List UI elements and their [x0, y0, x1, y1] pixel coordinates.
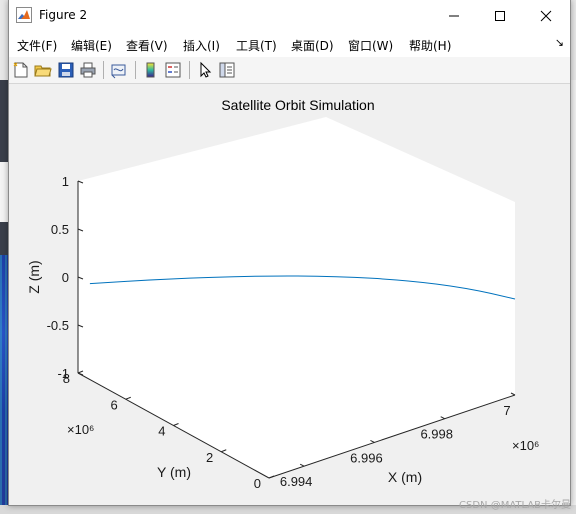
link-plot-icon[interactable] [110, 61, 128, 79]
menu-file[interactable]: 文件(F) [17, 37, 57, 54]
z-axis-label: Z (m) [26, 260, 42, 293]
menu-view[interactable]: 查看(V) [126, 37, 168, 54]
z-tick-label: -1 [57, 366, 69, 381]
colorbar-icon[interactable] [142, 61, 160, 79]
matlab-icon [16, 7, 32, 23]
menu-bar: 文件(F) 编辑(E) 查看(V) 插入(I) 工具(T) 桌面(D) 窗口(W… [9, 31, 570, 57]
minimize-button[interactable] [431, 0, 477, 31]
watermark: CSDN @MATLAB卡尔曼 [459, 500, 571, 511]
title-bar[interactable]: Figure 2 [9, 0, 570, 31]
pointer-icon[interactable] [196, 61, 214, 79]
axes-background [78, 117, 515, 478]
x-tick-label: 7 [503, 403, 510, 418]
maximize-button[interactable] [477, 0, 523, 31]
y-axis-label: Y (m) [157, 464, 191, 480]
toolbar-separator [103, 61, 104, 79]
figure-window: Figure 2 文件(F) 编辑(E) 查看(V) 插入(I) 工具(T) 桌… [8, 0, 571, 506]
close-icon [540, 10, 552, 21]
property-inspector-icon[interactable] [218, 61, 236, 79]
z-tick-label: 0.5 [51, 222, 69, 237]
toolbar-separator [135, 61, 136, 79]
chart-title: Satellite Orbit Simulation [221, 97, 374, 113]
y-exponent-label: ×10⁶ [67, 422, 94, 437]
y-tick-label: 2 [206, 450, 213, 465]
menu-insert[interactable]: 插入(I) [183, 37, 220, 54]
window-title: Figure 2 [39, 8, 88, 22]
z-tick-label: -0.5 [47, 318, 69, 333]
x-tick-label: 6.994 [280, 474, 313, 489]
minimize-icon [449, 15, 459, 16]
maximize-icon [495, 10, 505, 21]
z-tick-label: 0 [62, 270, 69, 285]
x-tick-label: 6.998 [420, 427, 453, 442]
x-axis-label: X (m) [388, 469, 422, 485]
figure-canvas: 6.994 6.996 6.998 7 0 2 4 6 8 -1 -0.5 0 0.5 1 Satelli… [9, 84, 570, 505]
y-tick-label: 0 [254, 476, 261, 491]
print-icon[interactable] [79, 61, 97, 79]
menu-edit[interactable]: 编辑(E) [71, 37, 112, 54]
legend-icon[interactable] [164, 61, 182, 79]
x-tick-label: 6.996 [350, 450, 383, 465]
close-button[interactable] [523, 0, 569, 31]
menu-help[interactable]: 帮助(H) [409, 37, 451, 54]
save-icon[interactable] [57, 61, 75, 79]
y-tick-label: 4 [158, 424, 165, 439]
new-figure-icon[interactable] [12, 61, 30, 79]
toolbar [9, 57, 570, 84]
y-tick-label: 6 [111, 397, 118, 412]
toolbar-separator [189, 61, 190, 79]
plot-axes[interactable]: 6.9946.9966.998702468-1-0.500.51 Satelli… [9, 84, 570, 505]
z-tick-label: 1 [62, 174, 69, 189]
x-exponent-label: ×10⁶ [512, 438, 539, 453]
open-file-icon[interactable] [34, 61, 52, 79]
menu-window[interactable]: 窗口(W) [348, 37, 393, 54]
menu-overflow-icon[interactable]: ↘ [555, 36, 564, 49]
menu-desktop[interactable]: 桌面(D) [291, 37, 334, 54]
menu-tools[interactable]: 工具(T) [236, 37, 277, 54]
